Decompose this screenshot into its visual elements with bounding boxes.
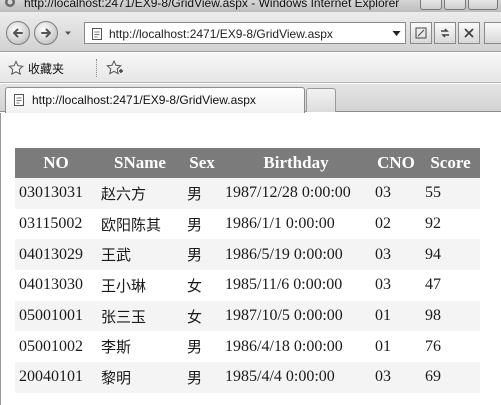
forward-arrow-icon	[41, 28, 51, 38]
table-row: 03115002 欧阳陈其 男 1986/1/1 0:00:00 02 92	[15, 208, 480, 240]
cell-sex: 男	[183, 331, 221, 363]
internet-explorer-icon	[5, 0, 15, 7]
address-bar[interactable]	[84, 22, 406, 44]
cell-sex: 男	[183, 239, 221, 271]
favorites-bar: 收藏夹	[0, 53, 501, 83]
cell-cno: 03	[371, 270, 421, 301]
history-dropdown-icon[interactable]	[64, 29, 72, 37]
cell-birthday: 1987/10/5 0:00:00	[221, 300, 371, 332]
column-header-sex: Sex	[183, 148, 221, 178]
cell-birthday: 1985/4/4 0:00:00	[221, 362, 371, 393]
cell-no: 04013030	[15, 270, 97, 301]
table-row: 05001001 张三玉 女 1987/10/5 0:00:00 01 98	[15, 300, 480, 332]
cell-sname: 黎明	[97, 362, 183, 393]
cell-no: 03013031	[15, 178, 97, 209]
back-arrow-icon	[13, 28, 23, 38]
cell-sex: 男	[183, 178, 221, 209]
address-dropdown-icon[interactable]	[392, 30, 401, 37]
cell-birthday: 1987/12/28 0:00:00	[221, 178, 371, 209]
back-button[interactable]	[6, 21, 30, 45]
table-row: 05001002 李斯 男 1986/4/18 0:00:00 01 76	[15, 331, 480, 363]
cell-cno: 03	[371, 239, 421, 271]
cell-cno: 03	[371, 362, 421, 393]
window-title-bar: http://localhost:2471/EX9-8/GridView.asp…	[0, 0, 501, 12]
forward-button[interactable]	[34, 21, 58, 45]
cell-birthday: 1986/1/1 0:00:00	[221, 208, 371, 240]
url-input[interactable]	[109, 25, 379, 42]
page-icon	[14, 94, 24, 106]
compatibility-view-icon	[415, 27, 427, 39]
cell-birthday: 1985/11/6 0:00:00	[221, 270, 371, 301]
cell-birthday: 1986/5/19 0:00:00	[221, 239, 371, 271]
tab-label: http://localhost:2471/EX9-8/GridView.asp…	[32, 93, 256, 107]
maximize-button[interactable]	[444, 0, 466, 10]
table-row: 04013030 王小琳 女 1985/11/6 0:00:00 03 47	[15, 270, 480, 301]
cell-no: 20040101	[15, 362, 97, 393]
refresh-icon	[441, 28, 449, 38]
cell-score: 69	[421, 362, 480, 393]
column-header-sname: SName	[97, 148, 183, 178]
cell-sex: 女	[183, 300, 221, 332]
cell-score: 76	[421, 331, 480, 363]
cell-sex: 女	[183, 270, 221, 301]
gridview-table: NO SName Sex Birthday CNO Score 03013031…	[15, 148, 480, 393]
table-row: 04013029 王武 男 1986/5/19 0:00:00 03 94	[15, 239, 480, 271]
navigation-bar	[0, 12, 501, 52]
tab-gridview[interactable]: http://localhost:2471/EX9-8/GridView.asp…	[5, 87, 305, 113]
window-title: http://localhost:2471/EX9-8/GridView.asp…	[24, 0, 400, 10]
compatibility-view-button[interactable]	[410, 22, 432, 44]
cell-birthday: 1986/4/18 0:00:00	[221, 331, 371, 363]
cell-score: 92	[421, 208, 480, 240]
close-window-button[interactable]	[468, 0, 498, 10]
refresh-button[interactable]	[434, 22, 456, 44]
column-header-no: NO	[15, 148, 97, 178]
cell-score: 94	[421, 239, 480, 271]
stop-button[interactable]	[458, 22, 480, 44]
cell-no: 05001001	[15, 300, 97, 332]
page-icon	[92, 28, 102, 40]
page-content: NO SName Sex Birthday CNO Score 03013031…	[0, 113, 501, 405]
cell-sname: 李斯	[97, 331, 183, 363]
column-header-score: Score	[421, 148, 480, 178]
toolbar-separator	[96, 59, 98, 77]
table-header-row: NO SName Sex Birthday CNO Score	[15, 148, 480, 178]
minimize-button[interactable]	[420, 0, 442, 10]
cell-sex: 男	[183, 362, 221, 393]
search-box-edge[interactable]	[484, 22, 501, 44]
cell-score: 55	[421, 178, 480, 209]
cell-sname: 王小琳	[97, 270, 183, 301]
cell-cno: 01	[371, 331, 421, 363]
cell-score: 47	[421, 270, 480, 301]
cell-sname: 欧阳陈其	[97, 208, 183, 240]
close-icon	[464, 28, 474, 38]
cell-cno: 01	[371, 300, 421, 332]
cell-sex: 男	[183, 208, 221, 240]
cell-no: 05001002	[15, 331, 97, 363]
star-icon	[8, 60, 24, 76]
cell-sname: 王武	[97, 239, 183, 271]
cell-sname: 张三玉	[97, 300, 183, 332]
cell-sname: 赵六方	[97, 178, 183, 209]
table-row: 03013031 赵六方 男 1987/12/28 0:00:00 03 55	[15, 178, 480, 209]
table-row: 20040101 黎明 男 1985/4/4 0:00:00 03 69	[15, 362, 480, 393]
new-tab-button[interactable]	[306, 88, 336, 112]
cell-score: 98	[421, 300, 480, 332]
favorites-button[interactable]: 收藏夹	[8, 59, 64, 77]
column-header-birthday: Birthday	[221, 148, 371, 178]
add-to-favorites-bar-icon[interactable]	[106, 59, 124, 77]
favorites-label: 收藏夹	[28, 61, 65, 76]
tab-bar: http://localhost:2471/EX9-8/GridView.asp…	[0, 84, 501, 113]
cell-cno: 02	[371, 208, 421, 240]
cell-no: 04013029	[15, 239, 97, 271]
cell-no: 03115002	[15, 208, 97, 240]
column-header-cno: CNO	[371, 148, 421, 178]
cell-cno: 03	[371, 178, 421, 209]
